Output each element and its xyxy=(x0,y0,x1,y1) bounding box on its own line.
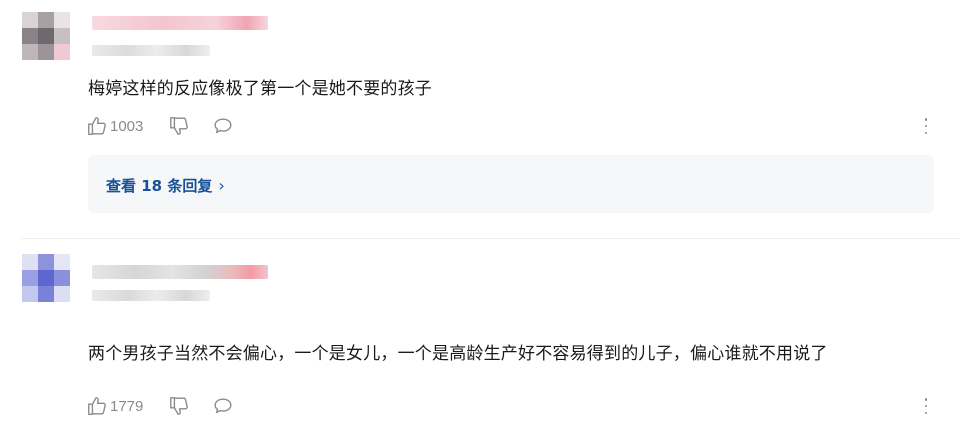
thumbs-down-icon xyxy=(170,397,189,415)
username-blurred[interactable] xyxy=(92,265,268,279)
thumbs-down-icon xyxy=(170,117,189,135)
reply-button[interactable] xyxy=(212,395,234,417)
replies-panel: 查看 18 条回复 › xyxy=(88,155,934,213)
comment-item: 梅婷这样的反应像极了第一个是她不要的孩子 1003 查看 18 条回复 › xyxy=(0,0,960,236)
dislike-button[interactable] xyxy=(168,395,190,417)
like-button[interactable]: 1003 xyxy=(86,115,143,137)
more-vertical-icon[interactable] xyxy=(922,115,930,137)
comment-actions: 1779 xyxy=(86,392,234,420)
comment-bubble-icon xyxy=(214,398,232,414)
comment-text: 梅婷这样的反应像极了第一个是她不要的孩子 xyxy=(88,79,432,99)
thumbs-up-icon xyxy=(88,397,106,415)
meta-info-blurred xyxy=(92,290,210,301)
comment-text: 两个男孩子当然不会偏心，一个是女儿，一个是高龄生产好不容易得到的儿子，偏心谁就不… xyxy=(88,344,828,364)
divider xyxy=(22,238,960,239)
avatar[interactable] xyxy=(22,12,70,60)
comment-item: 两个男孩子当然不会偏心，一个是女儿，一个是高龄生产好不容易得到的儿子，偏心谁就不… xyxy=(0,240,960,433)
username-blurred[interactable] xyxy=(92,16,268,30)
reply-button[interactable] xyxy=(212,115,234,137)
comment-bubble-icon xyxy=(214,118,232,134)
comment-actions: 1003 xyxy=(86,112,234,140)
avatar[interactable] xyxy=(22,254,70,302)
meta-info-blurred xyxy=(92,45,210,56)
dislike-button[interactable] xyxy=(168,115,190,137)
like-count: 1003 xyxy=(110,117,144,135)
like-button[interactable]: 1779 xyxy=(86,395,143,417)
chevron-right-icon: › xyxy=(218,175,225,195)
view-replies-link[interactable]: 查看 18 条回复 › xyxy=(106,175,225,196)
thumbs-up-icon xyxy=(88,117,106,135)
like-count: 1779 xyxy=(110,397,144,415)
more-vertical-icon[interactable] xyxy=(922,395,930,417)
view-replies-label: 查看 18 条回复 xyxy=(106,177,213,195)
